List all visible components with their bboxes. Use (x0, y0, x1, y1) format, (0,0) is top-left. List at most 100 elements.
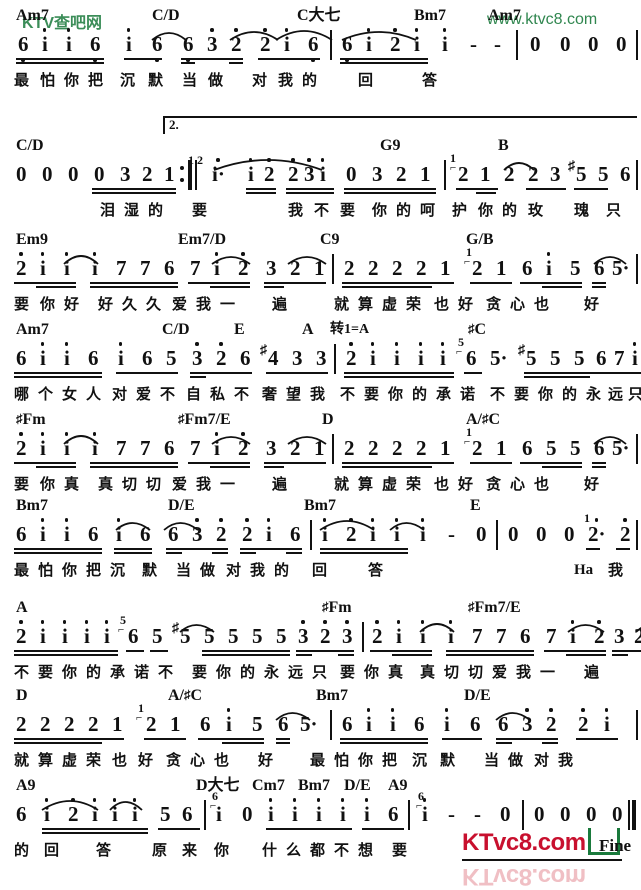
logo-text: KTvc8.com (462, 829, 586, 856)
note: 2 (458, 162, 469, 186)
chord-symbol: ♯Fm7/E (178, 411, 231, 428)
barline (496, 520, 498, 550)
note: 6 (88, 522, 99, 546)
note: i (248, 158, 254, 186)
lyric: 要 (392, 841, 408, 859)
lyric: 远 (288, 663, 304, 681)
lyric: 真 (420, 663, 436, 681)
note: i (268, 798, 274, 826)
lyric: 一 (540, 663, 556, 681)
lyric: 久 (122, 295, 138, 313)
lyric: 切 (468, 663, 484, 681)
lyric: 你 (62, 663, 78, 681)
note: i (414, 28, 420, 56)
note: 6 (183, 32, 194, 62)
note: i (116, 518, 122, 546)
note: 2 (344, 436, 355, 460)
note: 3 (266, 436, 277, 460)
note: 6 (18, 32, 29, 62)
note: 2· (588, 518, 606, 546)
note: 2 (346, 518, 357, 546)
slur (275, 30, 333, 41)
beam (340, 742, 428, 744)
sharp-sign: ♯ (518, 343, 525, 358)
beam (342, 282, 454, 284)
note: i (320, 158, 326, 186)
note: 6 (168, 522, 179, 546)
lyric: 只 (606, 201, 622, 219)
lyric: 默 (440, 751, 456, 769)
note: 5 (570, 436, 581, 460)
note: i (420, 620, 426, 648)
beam (16, 58, 104, 60)
beam (181, 58, 243, 60)
note: 1 (440, 436, 451, 460)
beam (42, 832, 148, 834)
beam (370, 650, 432, 652)
lyric: 爱 (136, 385, 152, 403)
note: 6 (596, 346, 607, 370)
note: 2 (372, 620, 383, 648)
lyric: 来 (182, 841, 198, 859)
beam (542, 466, 582, 468)
beam (42, 828, 148, 830)
note: 6 (594, 256, 605, 280)
note: 2 (390, 28, 401, 56)
beam (222, 742, 264, 744)
note: 2 (231, 28, 242, 56)
lyric: 切 (146, 475, 162, 493)
note: i (440, 342, 446, 370)
note: 4 (268, 346, 279, 370)
beam (476, 192, 496, 194)
note: 3 (316, 346, 327, 370)
beam (612, 650, 641, 652)
lyric: 女 (62, 385, 78, 403)
note: 5 (546, 436, 557, 460)
note: i (418, 342, 424, 370)
lyric: 就 (14, 751, 30, 769)
beam (340, 62, 428, 64)
beam (592, 286, 606, 288)
note: i (62, 620, 68, 648)
note: 6 (16, 522, 27, 546)
beam (320, 548, 408, 550)
lyric: 瑰 (574, 201, 590, 219)
beam (198, 738, 264, 740)
rest: 0 (530, 32, 541, 56)
lyric: 久 (146, 295, 162, 313)
note: 1 (420, 162, 431, 186)
sharp-sign: ♯ (172, 621, 179, 636)
note: 5 (228, 624, 239, 648)
beam (566, 654, 606, 656)
note: i (66, 28, 72, 56)
lyric-row-1: 最 怕 你 把 沉 默 当 做 对 我 的 回 答 (0, 70, 641, 96)
lyric: 把 (382, 751, 398, 769)
volta-bracket-2: 2. (163, 116, 637, 134)
lyric-row-4: 哪 个 女 人 对 爱 不 自 私 不 奢 望 我 不 要 你 的 承 诺 不 … (0, 384, 641, 410)
beam (592, 462, 606, 464)
lyric: 自 (186, 385, 202, 403)
note: i (442, 28, 448, 56)
beam (188, 462, 250, 464)
rest: 0 (500, 802, 511, 826)
lyric: 算 (358, 475, 374, 493)
lyric: 不 (490, 385, 506, 403)
beam (14, 372, 102, 374)
beam (181, 62, 195, 64)
beam (190, 372, 252, 374)
lyric: 么 (286, 841, 302, 859)
note: 6 (128, 624, 139, 648)
beam (229, 62, 243, 64)
beam (92, 192, 176, 194)
beam (14, 376, 102, 378)
lyric: 不 (334, 841, 350, 859)
barline (522, 800, 524, 830)
lyric: 只 (628, 385, 641, 403)
beam (520, 282, 582, 284)
note: i (370, 342, 376, 370)
lyric: 怕 (40, 71, 56, 89)
chord-symbol: G9 (380, 137, 401, 154)
lyric: 好 (584, 475, 600, 493)
lyric: 算 (358, 295, 374, 313)
lyric: 你 (364, 663, 380, 681)
